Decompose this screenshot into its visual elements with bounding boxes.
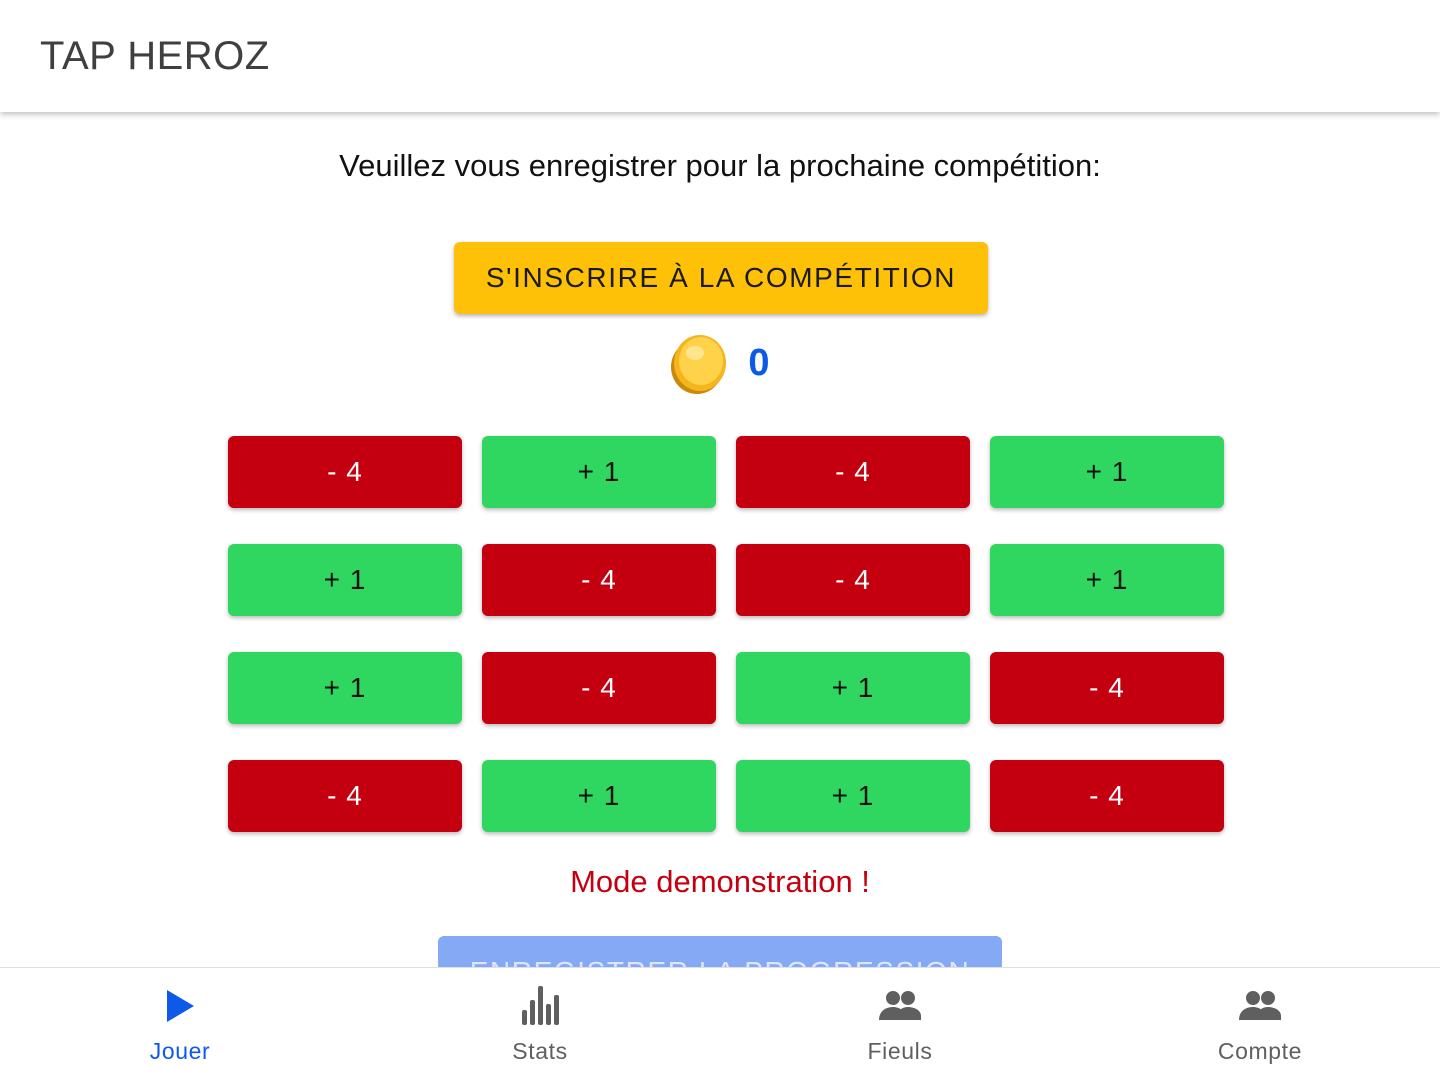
- coin-balance: 0: [0, 330, 1440, 396]
- coin-count: 0: [748, 341, 770, 384]
- grid-tile[interactable]: - 4: [990, 652, 1224, 724]
- grid-tile[interactable]: + 1: [482, 436, 716, 508]
- nav-item-stats[interactable]: Stats: [360, 968, 720, 1080]
- grid-tile[interactable]: - 4: [228, 436, 462, 508]
- grid-tile[interactable]: + 1: [228, 544, 462, 616]
- grid-tile[interactable]: - 4: [482, 544, 716, 616]
- nav-label: Compte: [1217, 1038, 1303, 1064]
- bar-chart-icon: [522, 986, 559, 1025]
- nav-label: Jouer: [149, 1038, 211, 1064]
- grid-tile[interactable]: - 4: [228, 760, 462, 832]
- grid-tile[interactable]: + 1: [736, 760, 970, 832]
- grid-tile[interactable]: - 4: [736, 436, 970, 508]
- app-title: TAP HEROZ: [40, 34, 270, 78]
- tap-grid: - 4 + 1 - 4 + 1 + 1 - 4 - 4 + 1 + 1 - 4 …: [228, 436, 1224, 832]
- grid-tile[interactable]: + 1: [482, 760, 716, 832]
- people-icon: [1239, 991, 1281, 1020]
- nav-item-compte[interactable]: Compte: [1080, 968, 1440, 1080]
- grid-tile[interactable]: - 4: [482, 652, 716, 724]
- top-app-bar: TAP HEROZ: [0, 0, 1440, 112]
- bottom-navigation: Jouer Stats Fieuls Compte: [0, 967, 1440, 1080]
- app-root: TAP HEROZ Veuillez vous enregistrer pour…: [0, 0, 1440, 1080]
- grid-tile[interactable]: + 1: [990, 544, 1224, 616]
- main-content[interactable]: Veuillez vous enregistrer pour la procha…: [0, 112, 1440, 968]
- demo-mode-notice: Mode demonstration !: [570, 864, 870, 899]
- grid-tile[interactable]: + 1: [736, 652, 970, 724]
- grid-tile[interactable]: - 4: [736, 544, 970, 616]
- nav-label: Fieuls: [867, 1038, 933, 1064]
- people-icon: [879, 991, 921, 1020]
- save-progress-button[interactable]: ENREGISTRER LA PROGRESSION: [438, 936, 1002, 968]
- registration-prompt: Veuillez vous enregistrer pour la procha…: [339, 148, 1101, 183]
- grid-tile[interactable]: + 1: [228, 652, 462, 724]
- gold-coin-icon: [671, 335, 727, 394]
- grid-tile[interactable]: - 4: [990, 760, 1224, 832]
- play-icon: [167, 990, 194, 1022]
- nav-item-fieuls[interactable]: Fieuls: [720, 968, 1080, 1080]
- register-competition-button[interactable]: S'INSCRIRE À LA COMPÉTITION: [454, 242, 988, 314]
- nav-item-jouer[interactable]: Jouer: [0, 968, 360, 1080]
- grid-tile[interactable]: + 1: [990, 436, 1224, 508]
- nav-label: Stats: [512, 1038, 568, 1064]
